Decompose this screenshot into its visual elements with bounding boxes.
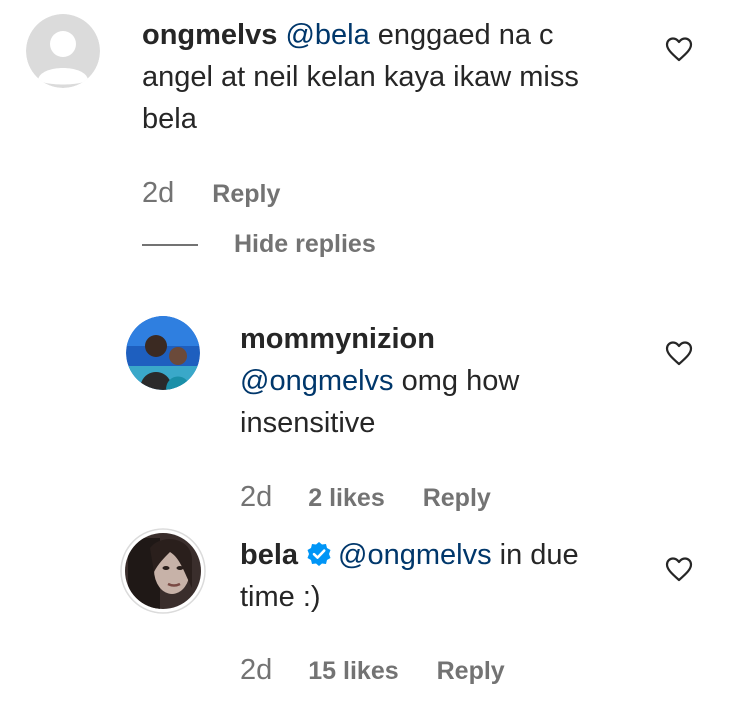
- heart-outline-icon: [665, 37, 693, 62]
- like-button[interactable]: [665, 36, 693, 62]
- profile-photo-icon: [120, 528, 206, 614]
- avatar-mommynizion[interactable]: [126, 316, 200, 390]
- comment-mention[interactable]: @ongmelvs: [240, 365, 394, 397]
- comment-username[interactable]: ongmelvs: [142, 19, 277, 51]
- comment-meta: 2d 15 likes Reply: [240, 654, 505, 687]
- comment-body-ongmelvs: ongmelvs @bela enggaed na c angel at nei…: [142, 14, 642, 140]
- hide-replies-label: Hide replies: [234, 230, 376, 258]
- comment-username[interactable]: bela: [240, 539, 298, 571]
- profile-photo-icon: [126, 316, 200, 390]
- divider-line: [142, 243, 198, 246]
- comment-text: time :): [240, 581, 321, 613]
- comment-text: insensitive: [240, 407, 376, 439]
- comment-meta: 2d Reply: [142, 177, 280, 210]
- avatar-default[interactable]: [26, 14, 100, 88]
- comment-text: enggaed na c: [369, 19, 554, 51]
- avatar-bela[interactable]: [120, 528, 206, 614]
- comment-time[interactable]: 2d: [240, 481, 272, 514]
- comment-text: omg how: [393, 365, 520, 397]
- comment-mention[interactable]: @bela: [285, 19, 369, 51]
- likes-count[interactable]: 15 likes: [308, 657, 398, 686]
- comment-meta: 2d 2 likes Reply: [240, 481, 491, 514]
- reply-button[interactable]: Reply: [437, 657, 505, 686]
- like-button[interactable]: [665, 556, 693, 582]
- hide-replies-button[interactable]: Hide replies: [142, 230, 376, 259]
- reply-button[interactable]: Reply: [212, 180, 280, 209]
- likes-count[interactable]: 2 likes: [308, 484, 384, 513]
- reply-button[interactable]: Reply: [423, 484, 491, 513]
- heart-outline-icon: [665, 557, 693, 582]
- verified-badge-icon: [306, 541, 332, 567]
- comment-username[interactable]: mommynizion: [240, 323, 435, 355]
- heart-outline-icon: [665, 341, 693, 366]
- comment-text: bela: [142, 103, 197, 135]
- comment-body-bela: bela @ongmelvs in due time :): [240, 534, 660, 618]
- default-avatar-icon: [26, 14, 100, 88]
- comment-body-mommynizion: mommynizion @ongmelvs omg how insensitiv…: [240, 318, 640, 444]
- like-button[interactable]: [665, 340, 693, 366]
- comment-time[interactable]: 2d: [240, 654, 272, 687]
- comment-text: angel at neil kelan kaya ikaw miss: [142, 61, 579, 93]
- comment-mention[interactable]: @ongmelvs: [338, 539, 492, 571]
- comment-time[interactable]: 2d: [142, 177, 174, 210]
- comment-text: in due: [491, 539, 579, 571]
